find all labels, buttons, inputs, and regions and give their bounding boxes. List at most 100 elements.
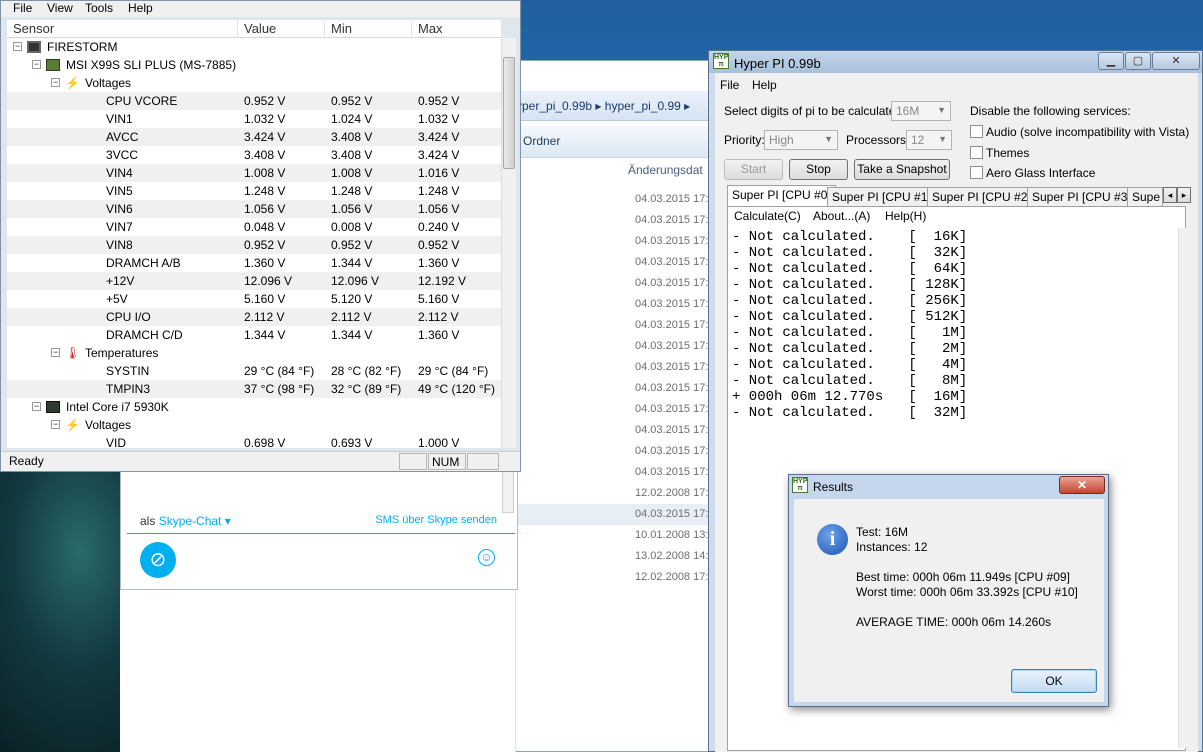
collapse-toggle-icon[interactable]: −	[13, 42, 22, 51]
aero-checkbox[interactable]	[970, 166, 983, 179]
tab-scroll-right-icon[interactable]: ▸	[1177, 187, 1191, 203]
sensor-value: 2.112 V	[244, 310, 285, 324]
sensor-max: 0.952 V	[418, 94, 460, 108]
sensor-row[interactable]: SYSTIN 29 °C (84 °F) 28 °C (82 °F) 29 °C (8…	[7, 362, 501, 380]
dialog-body: i Test: 16M Instances: 12 Best time: 000…	[794, 499, 1104, 702]
menu-file[interactable]: File	[13, 1, 32, 15]
tree-node[interactable]: − MSI X99S SLI PLUS (MS-7885)	[7, 56, 501, 74]
sensor-row[interactable]: VIN5 1.248 V 1.248 V 1.248 V	[7, 182, 501, 200]
sensor-name: 3VCC	[106, 148, 139, 162]
column-sensor[interactable]: Sensor	[7, 21, 54, 38]
menu-help[interactable]: Help(H)	[885, 209, 926, 223]
chat-mode-link[interactable]: Skype-Chat ▾	[159, 514, 231, 528]
column-max[interactable]: Max	[411, 21, 443, 38]
menu-help[interactable]: Help	[752, 78, 777, 92]
sensor-row[interactable]: VIN4 1.008 V 1.008 V 1.016 V	[7, 164, 501, 182]
tab-cpu-4[interactable]: Supe	[1127, 187, 1163, 206]
processors-select[interactable]: 12 ▼	[906, 130, 952, 150]
sensor-max: 0.240 V	[418, 220, 460, 234]
status-pane	[399, 453, 427, 470]
sensor-row[interactable]: CPU VCORE 0.952 V 0.952 V 0.952 V	[7, 92, 501, 110]
tab-cpu-0[interactable]: Super PI [CPU #0]	[727, 185, 836, 207]
date-modified-column-header[interactable]: Änderungsdat	[628, 163, 703, 177]
sensor-row[interactable]: VIN7 0.048 V 0.008 V 0.240 V	[7, 218, 501, 236]
ok-button[interactable]: OK	[1011, 669, 1097, 693]
sensor-row[interactable]: DRAMCH A/B 1.360 V 1.344 V 1.360 V	[7, 254, 501, 272]
tab-scroll-left-icon[interactable]: ◂	[1163, 187, 1177, 203]
sensor-row[interactable]: VIN6 1.056 V 1.056 V 1.056 V	[7, 200, 501, 218]
collapse-toggle-icon[interactable]: −	[32, 60, 41, 69]
sensor-row[interactable]: CPU I/O 2.112 V 2.112 V 2.112 V	[7, 308, 501, 326]
snapshot-button[interactable]: Take a Snapshot	[854, 159, 950, 180]
tree-node[interactable]: − Intel Core i7 5930K	[7, 398, 501, 416]
output-scrollbar[interactable]	[1178, 228, 1194, 748]
sensor-row[interactable]: VID 0.698 V 0.693 V 1.000 V	[7, 434, 501, 448]
processors-label: Processors:	[846, 133, 910, 147]
sensor-row[interactable]: +12V 12.096 V 12.096 V 12.192 V	[7, 272, 501, 290]
sensor-row[interactable]: AVCC 3.424 V 3.408 V 3.424 V	[7, 128, 501, 146]
breadcrumb[interactable]: yper_pi_0.99b ▸ hyper_pi_0.99 ▸	[516, 99, 690, 113]
hwmonitor-window: File View Tools Help Sensor Value Min Ma…	[0, 0, 521, 472]
tree-node[interactable]: − FIRESTORM	[7, 38, 501, 56]
tree-node[interactable]: − ⚡ Voltages	[7, 416, 501, 434]
themes-checkbox[interactable]	[970, 146, 983, 159]
sensor-row[interactable]: VIN1 1.032 V 1.024 V 1.032 V	[7, 110, 501, 128]
date-cell: 04.03.2015 17:	[635, 193, 709, 205]
sensor-name: SYSTIN	[106, 364, 150, 378]
sensor-name: DRAMCH A/B	[106, 256, 181, 270]
emoticon-icon[interactable]: ☺	[478, 549, 495, 566]
new-folder-button[interactable]: Ordner	[523, 134, 560, 148]
sensor-min: 2.112 V	[331, 310, 372, 324]
sensor-row[interactable]: DRAMCH C/D 1.344 V 1.344 V 1.360 V	[7, 326, 501, 344]
menu-about[interactable]: About...(A)	[813, 209, 870, 223]
digits-select[interactable]: 16M ▼	[891, 101, 951, 121]
tree-node[interactable]: − 🌡 Temperatures	[7, 344, 501, 362]
sensor-row[interactable]: +5V 5.160 V 5.120 V 5.160 V	[7, 290, 501, 308]
menu-view[interactable]: View	[47, 1, 73, 15]
audio-checkbox[interactable]	[970, 125, 983, 138]
sensor-min: 12.096 V	[331, 274, 380, 288]
chat-scrollbar[interactable]	[502, 465, 514, 513]
menu-help[interactable]: Help	[128, 1, 153, 15]
start-button[interactable]: Start	[724, 159, 783, 180]
tab-cpu-1[interactable]: Super PI [CPU #1]	[827, 187, 936, 206]
breadcrumb-item[interactable]: hyper_pi_0.99	[605, 99, 681, 113]
sensor-min: 3.408 V	[331, 130, 373, 144]
status-pane	[467, 453, 499, 470]
sensor-value: 0.952 V	[244, 94, 286, 108]
priority-select[interactable]: High ▼	[764, 130, 838, 150]
sensor-row[interactable]: VIN8 0.952 V 0.952 V 0.952 V	[7, 236, 501, 254]
chat-mode-selector[interactable]: als Skype-Chat ▾	[140, 514, 231, 528]
date-cell: 04.03.2015 17:	[635, 235, 709, 247]
close-icon[interactable]: ✕	[1059, 476, 1105, 494]
date-cell: 04.03.2015 17:	[635, 424, 709, 436]
breadcrumb-item[interactable]: yper_pi_0.99b	[516, 99, 592, 113]
minimize-icon[interactable]: ▁	[1098, 52, 1124, 70]
tab-cpu-2[interactable]: Super PI [CPU #2]	[927, 187, 1036, 206]
column-min[interactable]: Min	[324, 21, 352, 38]
sensor-value: 3.424 V	[244, 130, 286, 144]
close-icon[interactable]: ✕	[1152, 52, 1200, 70]
scrollbar-thumb[interactable]	[503, 57, 515, 169]
column-value[interactable]: Value	[237, 21, 276, 38]
sensor-tree[interactable]: − FIRESTORM − MSI X99S SLI PLUS (MS-7885) − ⚡…	[7, 38, 501, 448]
maximize-icon[interactable]: ▢	[1125, 52, 1151, 70]
menu-tools[interactable]: Tools	[85, 1, 113, 15]
chat-mode-prefix: als	[140, 514, 156, 528]
collapse-toggle-icon[interactable]: −	[32, 402, 41, 411]
collapse-toggle-icon[interactable]: −	[51, 78, 60, 87]
collapse-toggle-icon[interactable]: −	[51, 420, 60, 429]
tree-node[interactable]: − ⚡ Voltages	[7, 74, 501, 92]
title-bar[interactable]: HYP π Hyper PI 0.99b ▁ ▢ ✕	[709, 51, 1202, 73]
menu-file[interactable]: File	[720, 78, 739, 92]
attach-file-icon[interactable]: ⊘	[140, 542, 176, 578]
sms-link[interactable]: SMS über Skype senden	[375, 514, 497, 526]
sensor-row[interactable]: TMPIN3 37 °C (98 °F) 32 °C (89 °F) 49 °C (1…	[7, 380, 501, 398]
output-line: - Not calculated. [ 16K]	[732, 229, 968, 245]
tab-cpu-3[interactable]: Super PI [CPU #3]	[1027, 187, 1136, 206]
stop-button[interactable]: Stop	[789, 159, 848, 180]
window-title: Hyper PI 0.99b	[734, 56, 821, 71]
menu-calculate[interactable]: Calculate(C)	[734, 209, 801, 223]
collapse-toggle-icon[interactable]: −	[51, 348, 60, 357]
sensor-row[interactable]: 3VCC 3.408 V 3.408 V 3.424 V	[7, 146, 501, 164]
